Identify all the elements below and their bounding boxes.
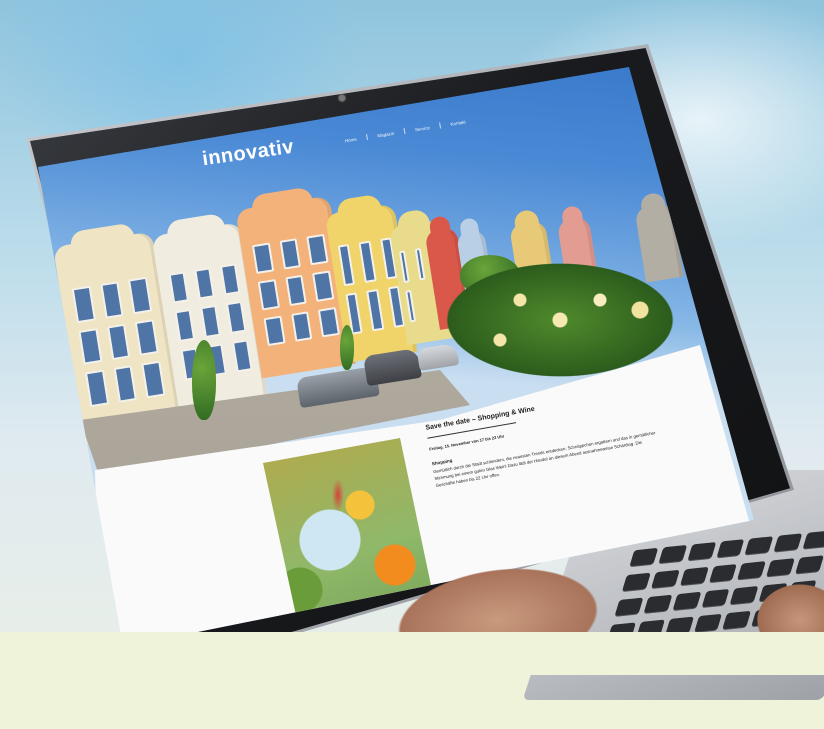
webcam-icon: [339, 95, 345, 101]
keyboard-key: [708, 563, 738, 583]
keyboard-key: [643, 594, 673, 613]
keyboard-key: [693, 613, 723, 633]
keyboard-key: [745, 536, 774, 555]
keyboard-key: [802, 530, 824, 549]
keyboard-key: [629, 547, 659, 567]
keyboard-key: [651, 569, 680, 589]
keyboard-key: [672, 591, 701, 611]
keyboard-key: [773, 533, 803, 552]
nav-divider: [403, 128, 406, 135]
keyboard-key: [701, 588, 730, 608]
keyboard-key: [679, 566, 709, 586]
keyboard-key: [658, 544, 687, 564]
nav-divider: [439, 122, 442, 129]
keyboard-key: [687, 542, 716, 561]
page-bottom-band: [0, 632, 824, 675]
nav-divider: [366, 134, 368, 141]
keyboard-key: [716, 539, 745, 558]
